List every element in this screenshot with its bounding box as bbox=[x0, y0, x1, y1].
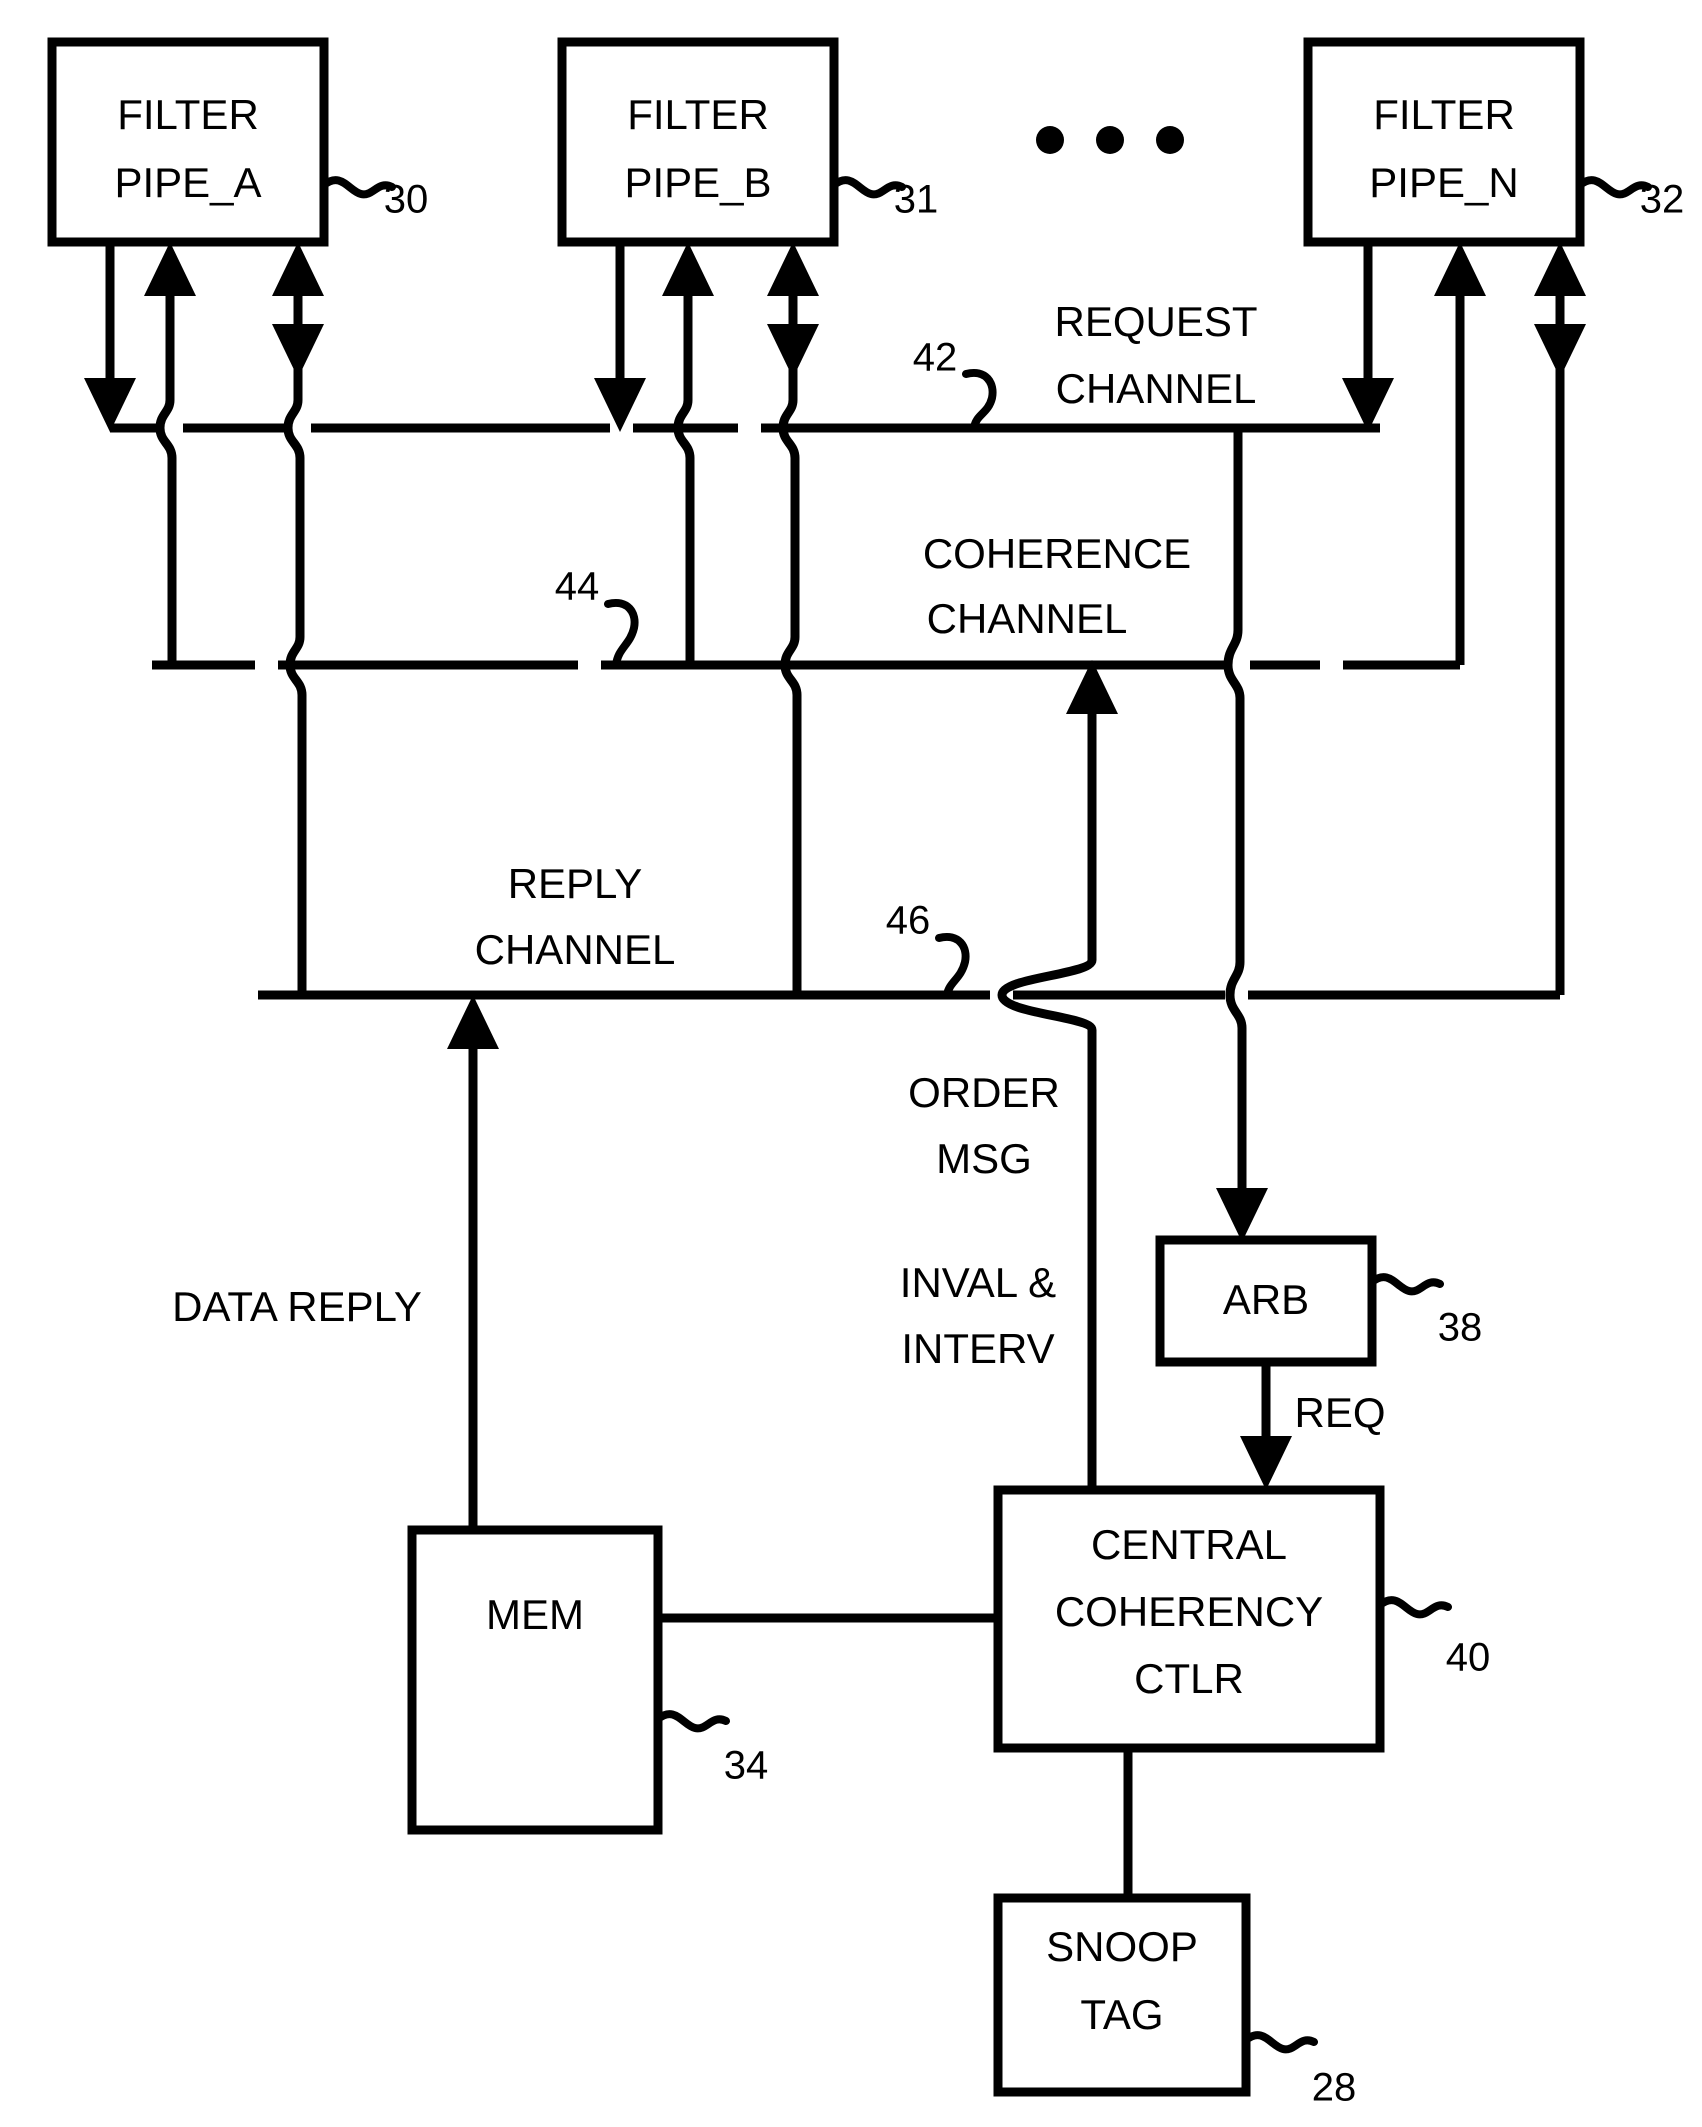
filter-pipe-a-ref-leader bbox=[320, 176, 396, 199]
wire-pipe-b-request-out bbox=[594, 242, 646, 432]
reply-channel-ref: 46 bbox=[886, 899, 931, 943]
filter-pipe-b-label-line2: PIPE_B bbox=[624, 159, 771, 206]
snoop-tag-ref: 28 bbox=[1312, 2066, 1357, 2110]
block-central-coherency-ctlr[interactable]: CENTRAL COHERENCY CTLR 40 bbox=[993, 1485, 1491, 1753]
wire-pipe-a-reply-up-arrowhead bbox=[272, 242, 324, 296]
wire-pipe-n-coherence-in bbox=[1434, 242, 1486, 665]
filter-pipe-b-label-line1: FILTER bbox=[627, 91, 769, 138]
inval-interv-label-group: INVAL & INTERV bbox=[900, 1259, 1056, 1372]
arb-ref: 38 bbox=[1438, 1306, 1483, 1350]
coherence-channel-ref: 44 bbox=[555, 565, 600, 609]
wire-pipe-n-request-out bbox=[1342, 242, 1394, 432]
request-channel-ref: 42 bbox=[913, 336, 958, 380]
request-channel-label-line1: REQUEST bbox=[1054, 298, 1257, 345]
reply-channel-label-line1: REPLY bbox=[508, 860, 643, 907]
wire-pipe-b-reply-down-arrowhead bbox=[767, 324, 819, 378]
snoop-tag-label-line2: TAG bbox=[1080, 1991, 1163, 2038]
arb-ref-leader bbox=[1368, 1273, 1444, 1296]
mem-ref: 34 bbox=[724, 1744, 769, 1788]
mem-ref-leader bbox=[654, 1710, 730, 1733]
filter-pipe-n-label-line2: PIPE_N bbox=[1369, 159, 1518, 206]
filter-pipe-n-ref: 32 bbox=[1640, 178, 1685, 222]
filter-pipe-n-label-line1: FILTER bbox=[1373, 91, 1515, 138]
filter-pipe-n-box[interactable] bbox=[1303, 37, 1585, 247]
wire-pipe-b-reply-bidir bbox=[767, 242, 819, 995]
wire-pipe-a-coh-line bbox=[155, 280, 177, 665]
wire-pipe-n-reply-up-arrowhead bbox=[1534, 242, 1586, 296]
filter-pipe-b-ref-leader bbox=[830, 176, 906, 199]
order-msg-label-line2: MSG bbox=[936, 1135, 1032, 1182]
request-channel-ref-leader bbox=[962, 368, 997, 432]
arb-label: ARB bbox=[1223, 1276, 1309, 1323]
wire-pipe-a-coh-arrowhead bbox=[144, 242, 196, 296]
block-filter-pipe-n[interactable]: FILTER PIPE_N 32 bbox=[1303, 37, 1685, 247]
wire-pipe-b-coh-line bbox=[673, 280, 695, 665]
ellipsis-dot-2 bbox=[1096, 126, 1124, 154]
wire-pipe-n-reply-down-arrowhead bbox=[1534, 324, 1586, 378]
block-mem[interactable]: MEM 34 bbox=[407, 1525, 769, 1835]
wire-pipe-b-reply-line bbox=[778, 280, 802, 995]
wire-request-to-arb bbox=[1216, 428, 1268, 1242]
wire-pipe-a-reply-bidir bbox=[272, 242, 324, 995]
filter-pipe-b-box[interactable] bbox=[557, 37, 839, 247]
filter-pipe-b-ref: 31 bbox=[894, 178, 939, 222]
filter-pipe-a-label-line2: PIPE_A bbox=[114, 159, 261, 206]
request-channel-label-line2: CHANNEL bbox=[1056, 365, 1257, 412]
mem-box[interactable] bbox=[407, 1525, 663, 1835]
wire-request-arb-arrowhead bbox=[1216, 1188, 1268, 1242]
inval-interv-label-line2: INTERV bbox=[901, 1325, 1054, 1372]
ellipsis-dot-3 bbox=[1156, 126, 1184, 154]
central-coherency-ctlr-ref-leader bbox=[1376, 1596, 1452, 1619]
central-coherency-ctlr-label-line1: CENTRAL bbox=[1091, 1521, 1287, 1568]
wire-pipe-b-reply-up-arrowhead bbox=[767, 242, 819, 296]
block-arb[interactable]: ARB 38 bbox=[1155, 1235, 1483, 1367]
central-coherency-ctlr-label-line3: CTLR bbox=[1134, 1655, 1244, 1702]
filter-pipe-a-label-line1: FILTER bbox=[117, 91, 259, 138]
filter-pipe-n-ref-leader bbox=[1576, 176, 1652, 199]
reply-channel-label-group: REPLY CHANNEL 46 bbox=[475, 860, 970, 999]
wire-pipe-n-coh-arrowhead bbox=[1434, 242, 1486, 296]
wire-pipe-a-coherence-in bbox=[144, 242, 196, 665]
block-filter-pipe-a[interactable]: FILTER PIPE_A 30 bbox=[47, 37, 429, 247]
wire-arb-req-arrowhead bbox=[1240, 1436, 1292, 1490]
block-filter-pipe-b[interactable]: FILTER PIPE_B 31 bbox=[557, 37, 939, 247]
wire-pipe-a-request-out bbox=[84, 242, 136, 432]
wire-pipe-n-reply-bidir bbox=[1534, 242, 1586, 995]
ellipsis-icon bbox=[1036, 126, 1184, 154]
patent-figure: FILTER PIPE_A 30 FILTER PIPE_B 31 FILTER… bbox=[0, 0, 1702, 2127]
inval-interv-label-line1: INVAL & bbox=[900, 1259, 1056, 1306]
coherence-channel-label-line1: COHERENCE bbox=[923, 530, 1191, 577]
block-snoop-tag[interactable]: SNOOP TAG 28 bbox=[993, 1893, 1357, 2110]
request-channel-label-group: REQUEST CHANNEL 42 bbox=[913, 298, 1258, 432]
wire-arb-req: REQ bbox=[1240, 1362, 1386, 1490]
data-reply-label: DATA REPLY bbox=[172, 1283, 422, 1330]
reply-channel-ref-leader bbox=[935, 932, 970, 999]
wire-pipe-b-coh-arrowhead bbox=[662, 242, 714, 296]
wire-pipe-b-coherence-in bbox=[662, 242, 714, 665]
wire-request-arb-line bbox=[1223, 428, 1247, 1200]
wire-data-reply-arrowhead bbox=[447, 995, 499, 1049]
snoop-tag-ref-leader bbox=[1242, 2031, 1318, 2054]
filter-pipe-a-ref: 30 bbox=[384, 178, 429, 222]
order-msg-label-line1: ORDER bbox=[908, 1069, 1060, 1116]
ellipsis-dot-1 bbox=[1036, 126, 1064, 154]
wire-pipe-a-reply-line bbox=[283, 280, 307, 995]
mem-label: MEM bbox=[486, 1591, 584, 1638]
diagram-canvas: FILTER PIPE_A 30 FILTER PIPE_B 31 FILTER… bbox=[47, 37, 1685, 2110]
order-msg-label-group: ORDER MSG bbox=[908, 1069, 1060, 1182]
wire-pipe-a-reply-down-arrowhead bbox=[272, 324, 324, 378]
coherence-channel-label-line2: CHANNEL bbox=[927, 595, 1128, 642]
central-coherency-ctlr-label-line2: COHERENCY bbox=[1055, 1588, 1323, 1635]
wire-data-reply: DATA REPLY bbox=[172, 995, 499, 1530]
central-coherency-ctlr-ref: 40 bbox=[1446, 1636, 1491, 1680]
req-label: REQ bbox=[1294, 1389, 1385, 1436]
reply-channel-label-line2: CHANNEL bbox=[475, 926, 676, 973]
snoop-tag-label-line1: SNOOP bbox=[1046, 1923, 1198, 1970]
coherence-channel-label-group: COHERENCE CHANNEL 44 bbox=[555, 530, 1191, 669]
filter-pipe-a-box[interactable] bbox=[47, 37, 329, 247]
coherence-channel-ref-leader bbox=[604, 598, 639, 669]
